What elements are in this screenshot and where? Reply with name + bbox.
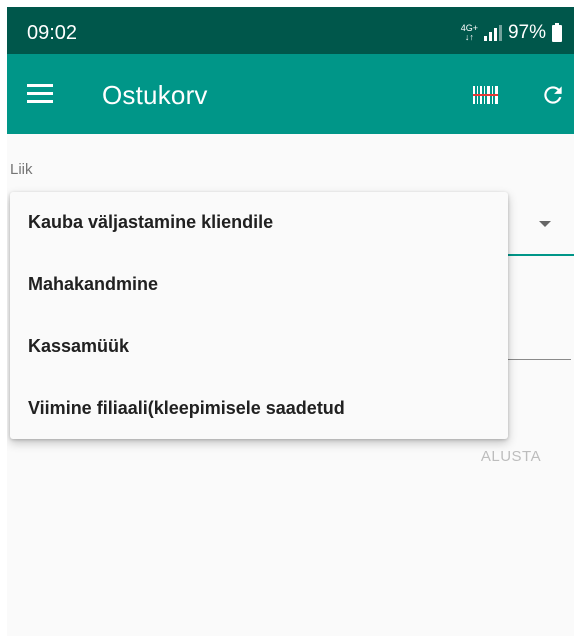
- network-activity-label: ↓↑: [464, 32, 474, 42]
- refresh-icon[interactable]: [540, 82, 566, 108]
- type-label: Liik: [10, 161, 33, 178]
- network-type-icon: 4G+ ↓↑: [461, 24, 478, 42]
- start-button: ALUSTA: [480, 448, 542, 465]
- type-dropdown-menu: Kauba väljastamine kliendile Mahakandmin…: [10, 192, 508, 439]
- type-option-label: Kassamüük: [28, 336, 130, 356]
- status-bar: 09:02 4G+ ↓↑ 97%: [7, 7, 574, 54]
- status-time: 09:02: [27, 22, 78, 44]
- barcode-scanner-icon[interactable]: [473, 86, 498, 104]
- page-title: Ostukorv: [102, 80, 208, 110]
- type-option-label: Mahakandmine: [28, 274, 159, 294]
- battery-icon: [552, 22, 562, 42]
- type-option-label: Viimine filiaali(kleepimisele saadetud: [28, 398, 345, 418]
- type-option-issue-to-customer[interactable]: Kauba väljastamine kliendile: [10, 192, 508, 254]
- app-bar: Ostukorv: [7, 54, 574, 134]
- type-option-label: Kauba väljastamine kliendile: [28, 212, 274, 232]
- status-indicators: 4G+ ↓↑ 97%: [461, 22, 562, 44]
- cart-form: Liik ALUSTA Kauba väljastamine kliendile…: [7, 134, 574, 636]
- type-option-transfer-to-branch[interactable]: Viimine filiaali(kleepimisele saadetud: [10, 378, 508, 440]
- hamburger-menu-icon[interactable]: [27, 84, 53, 103]
- type-option-cash-sale[interactable]: Kassamüük: [10, 316, 508, 378]
- battery-percentage: 97%: [507, 22, 546, 43]
- signal-strength-icon: [483, 25, 502, 41]
- dropdown-arrow-icon: [539, 221, 551, 227]
- app-screen: 09:02 4G+ ↓↑ 97% Ostukorv Liik ALUSTA Ka…: [7, 7, 574, 636]
- type-option-write-off[interactable]: Mahakandmine: [10, 254, 508, 316]
